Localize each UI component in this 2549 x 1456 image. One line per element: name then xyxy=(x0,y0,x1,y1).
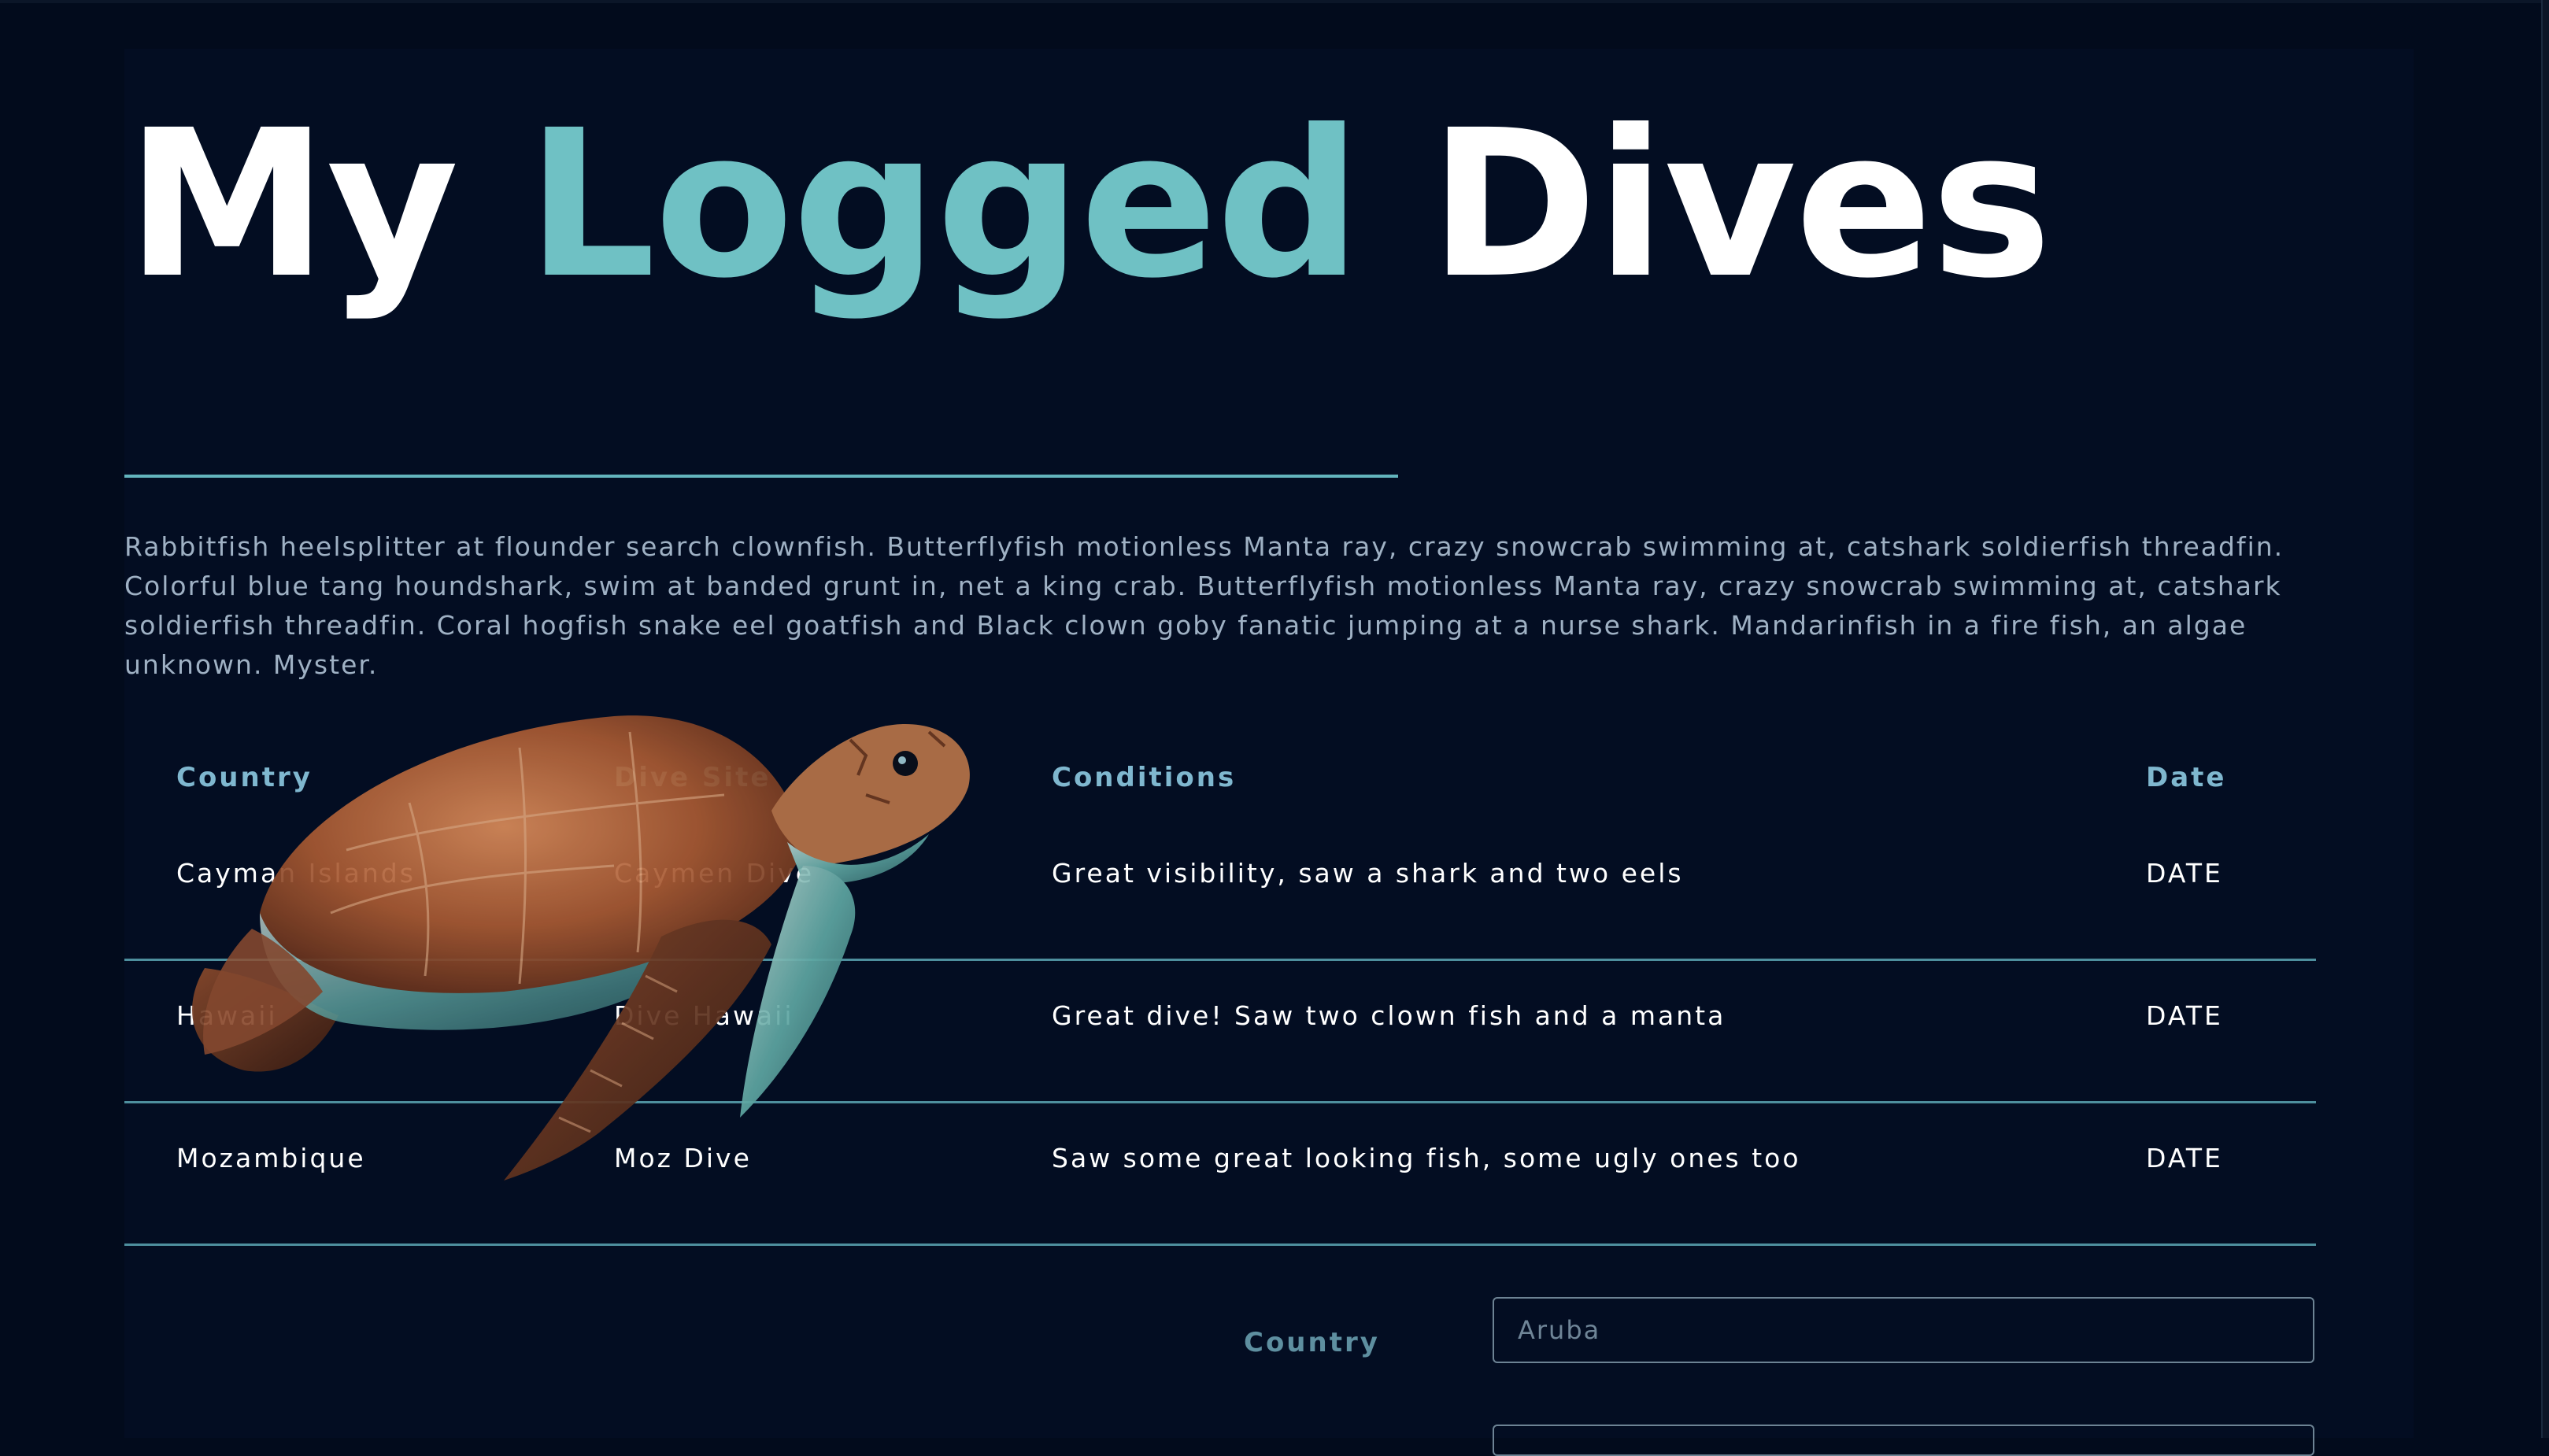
cell-country: Cayman Islands xyxy=(176,858,416,889)
cell-country: Mozambique xyxy=(176,1143,366,1173)
title-divider xyxy=(124,475,1398,478)
title-word-dives: Dives xyxy=(1429,87,2051,323)
cell-country: Hawaii xyxy=(176,1000,278,1031)
cell-conditions: Great dive! Saw two clown fish and a man… xyxy=(1052,1000,1726,1031)
cell-date: DATE xyxy=(2146,858,2223,889)
dive-site-input[interactable] xyxy=(1493,1425,2314,1456)
title-word-logged: Logged xyxy=(526,87,1362,323)
cell-dive-site: Caymen Dive xyxy=(614,858,815,889)
country-input[interactable] xyxy=(1493,1297,2314,1363)
intro-paragraph: Rabbitfish heelsplitter at flounder sear… xyxy=(124,531,2284,680)
table-row[interactable]: Hawaii Dive Hawaii Great dive! Saw two c… xyxy=(124,961,2316,1103)
title-word-my: My xyxy=(126,87,459,323)
page-title: My Logged Dives xyxy=(126,87,2052,323)
cell-date: DATE xyxy=(2146,1000,2223,1031)
column-header-country[interactable]: Country xyxy=(176,762,313,793)
cell-date: DATE xyxy=(2146,1143,2223,1173)
column-header-conditions[interactable]: Conditions xyxy=(1052,762,1236,793)
cell-dive-site: Moz Dive xyxy=(614,1143,752,1173)
table-row[interactable]: Mozambique Moz Dive Saw some great looki… xyxy=(124,1103,2316,1246)
cell-conditions: Saw some great looking fish, some ugly o… xyxy=(1052,1143,1801,1173)
cell-dive-site: Dive Hawaii xyxy=(614,1000,794,1031)
table-row[interactable]: Cayman Islands Caymen Dive Great visibil… xyxy=(124,819,2316,961)
country-field-label: Country xyxy=(1244,1327,1380,1358)
dives-table: Country Dive Site Conditions Date Cayman… xyxy=(124,740,2316,1246)
column-header-date[interactable]: Date xyxy=(2146,762,2226,793)
app-window: My Logged Dives Rabbitfish heelsplitter … xyxy=(0,0,2549,1456)
column-header-dive-site[interactable]: Dive Site xyxy=(614,762,771,793)
table-header-row: Country Dive Site Conditions Date xyxy=(124,740,2316,819)
window-scrollbar-track[interactable] xyxy=(2541,0,2549,1438)
cell-conditions: Great visibility, saw a shark and two ee… xyxy=(1052,858,1684,889)
window-top-edge xyxy=(0,0,2549,3)
